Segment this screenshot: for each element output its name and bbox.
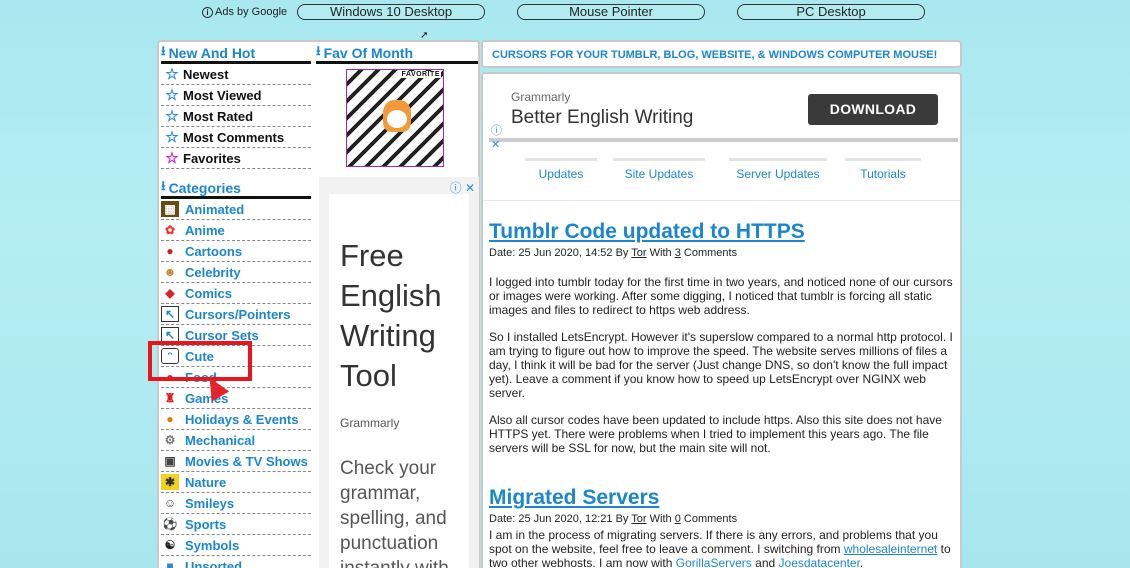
- category-mechanical[interactable]: ⚙ Mechanical: [161, 430, 311, 451]
- post-title[interactable]: Migrated Servers: [489, 486, 955, 510]
- main-content: Grammarly Better English Writing DOWNLOA…: [481, 72, 962, 568]
- fav-of-month-heading: ⭳ Fav Of Month: [316, 42, 478, 64]
- category-anime[interactable]: ✿ Anime: [161, 220, 311, 241]
- post: Tumblr Code updated to HTTPS Date: 25 Ju…: [489, 220, 955, 455]
- divider: [483, 200, 960, 201]
- post-meta: Date: 25 Jun 2020, 12:21 By Tor With 0 C…: [489, 513, 738, 525]
- post-paragraph: I logged into tumblr today for the first…: [489, 275, 953, 317]
- star-icon: ☆: [165, 87, 179, 104]
- post-paragraph: Also all cursor codes have been updated …: [489, 413, 942, 455]
- top-ad-bar: i Ads by Google Windows 10 Desktop Mouse…: [200, 3, 940, 21]
- movie-icon: ▣: [164, 454, 176, 468]
- star-icon: ☆: [165, 150, 179, 167]
- category-cursors-pointers[interactable]: ↖ Cursors/Pointers: [161, 304, 311, 325]
- post: Migrated Servers Date: 25 Jun 2020, 12:2…: [489, 486, 955, 568]
- post-paragraph: I am in the process of migrating servers…: [489, 528, 951, 568]
- categories-heading: ⭳ Categories: [161, 177, 311, 199]
- star-icon: ☆: [165, 108, 179, 125]
- joesdatacenter-link[interactable]: Joesdatacenter: [779, 556, 860, 568]
- author-link[interactable]: Tor: [631, 247, 646, 259]
- post-meta: Date: 25 Jun 2020, 14:52 By Tor With 3 C…: [489, 247, 738, 259]
- post-title[interactable]: Tumblr Code updated to HTTPS: [489, 220, 955, 244]
- new-hot-heading: ⭳ New And Hot: [161, 42, 311, 64]
- tab-updates[interactable]: Updates: [525, 158, 597, 186]
- unsorted-icon: ■: [166, 559, 174, 568]
- nav-item-newest[interactable]: ☆ Newest: [161, 64, 311, 85]
- ad-choices-icon[interactable]: ⓘ ✕: [491, 122, 502, 151]
- nav-item-most-comments[interactable]: ☆ Most Comments: [161, 127, 311, 148]
- ad-link-windows-desktop[interactable]: Windows 10 Desktop: [297, 4, 485, 20]
- tab-tutorials[interactable]: Tutorials: [845, 158, 921, 186]
- ad-headline[interactable]: Better English Writing: [511, 107, 693, 129]
- category-symbols[interactable]: ☯ Symbols: [161, 535, 311, 556]
- category-games[interactable]: ♜ Games: [161, 388, 311, 409]
- cartoon-icon: ●: [166, 244, 174, 258]
- wholesaleinternet-link[interactable]: wholesaleinternet: [844, 542, 937, 556]
- category-movies-tv[interactable]: ▣ Movies & TV Shows: [161, 451, 311, 472]
- author-link[interactable]: Tor: [631, 513, 646, 525]
- tab-bar: Updates Site Updates Server Updates Tuto…: [483, 158, 960, 188]
- nav-item-favorites[interactable]: ☆ Favorites: [161, 148, 311, 169]
- top-ad[interactable]: Grammarly Better English Writing DOWNLOA…: [489, 78, 958, 151]
- tab-server-updates[interactable]: Server Updates: [729, 158, 827, 186]
- arrow-down-icon: ⭳: [161, 177, 166, 193]
- category-nature[interactable]: ✱ Nature: [161, 472, 311, 493]
- nature-icon: ✱: [161, 474, 179, 490]
- pumpkin-icon: ●: [166, 412, 174, 426]
- post-paragraph: So I installed LetsEncrypt. However it's…: [489, 330, 953, 400]
- ad-link-pc-desktop[interactable]: PC Desktop: [737, 4, 925, 20]
- arrow-down-icon: ⭳: [316, 42, 321, 58]
- tab-site-updates[interactable]: Site Updates: [613, 158, 705, 186]
- ad-body: Check your grammar, spelling, and punctu…: [340, 458, 449, 568]
- download-button[interactable]: DOWNLOAD: [808, 94, 938, 125]
- fav-of-month-column: ⭳ Fav Of Month FAVORITE: [316, 42, 478, 167]
- favorite-badge: FAVORITE: [400, 71, 441, 78]
- ad-brand: Grammarly: [340, 416, 400, 430]
- site-banner: CURSORS FOR YOUR TUMBLR, BLOG, WEBSITE, …: [481, 40, 962, 68]
- ad-brand: Grammarly: [511, 90, 571, 104]
- category-list: ▦ Animated ✿ Anime ● Cartoons ☻ Celebrity ◆ C…: [161, 199, 311, 568]
- ad-card[interactable]: Free English Writing Tool Grammarly Chec…: [329, 194, 469, 568]
- gear-icon: ⚙: [164, 433, 176, 447]
- star-icon: ☆: [165, 66, 179, 83]
- category-holidays-events[interactable]: ● Holidays & Events: [161, 409, 311, 430]
- left-sidebar: ⭳ New And Hot ☆ Newest ☆ Most Viewed ☆ Most…: [157, 40, 480, 568]
- highlight-box: [148, 341, 252, 381]
- category-unsorted[interactable]: ■ Unsorted: [161, 556, 311, 568]
- category-smileys[interactable]: ☺ Smileys: [161, 493, 311, 514]
- superman-icon: ◆: [165, 286, 175, 300]
- mario-icon: ♜: [164, 391, 176, 405]
- soccer-ball-icon: ⚽: [162, 517, 178, 531]
- info-icon[interactable]: i: [202, 6, 213, 18]
- gorillaservers-link[interactable]: GorillaServers: [676, 556, 752, 568]
- smiley-icon: ☺: [163, 496, 177, 510]
- star-icon: ☆: [165, 129, 179, 146]
- comments-count-link[interactable]: 3: [675, 247, 681, 259]
- category-celebrity[interactable]: ☻ Celebrity: [161, 262, 311, 283]
- hello-kitty-icon: ✿: [164, 223, 176, 237]
- ad-link-mouse-pointer[interactable]: Mouse Pointer: [517, 4, 705, 20]
- nav-item-most-rated[interactable]: ☆ Most Rated: [161, 106, 311, 127]
- new-and-hot-column: ⭳ New And Hot ☆ Newest ☆ Most Viewed ☆ Most…: [161, 42, 311, 568]
- ads-by-google[interactable]: i Ads by Google: [202, 6, 287, 18]
- nav-item-most-viewed[interactable]: ☆ Most Viewed: [161, 85, 311, 106]
- favorite-cursor-image[interactable]: FAVORITE: [346, 69, 444, 167]
- category-sports[interactable]: ⚽ Sports: [161, 514, 311, 535]
- celebrity-icon: ☻: [163, 265, 177, 279]
- category-comics[interactable]: ◆ Comics: [161, 283, 311, 304]
- film-icon: ▦: [161, 201, 179, 217]
- arrow-down-icon: ⭳: [161, 42, 166, 58]
- comments-count-link[interactable]: 0: [675, 513, 681, 525]
- side-ad[interactable]: ⓘ ✕ Free English Writing Tool Grammarly …: [319, 177, 479, 568]
- yin-yang-icon: ☯: [164, 538, 176, 552]
- category-animated[interactable]: ▦ Animated: [161, 199, 311, 220]
- ad-headline[interactable]: Free English Writing Tool: [340, 236, 468, 396]
- pointer-icon: ↖: [161, 306, 179, 322]
- category-cartoons[interactable]: ● Cartoons: [161, 241, 311, 262]
